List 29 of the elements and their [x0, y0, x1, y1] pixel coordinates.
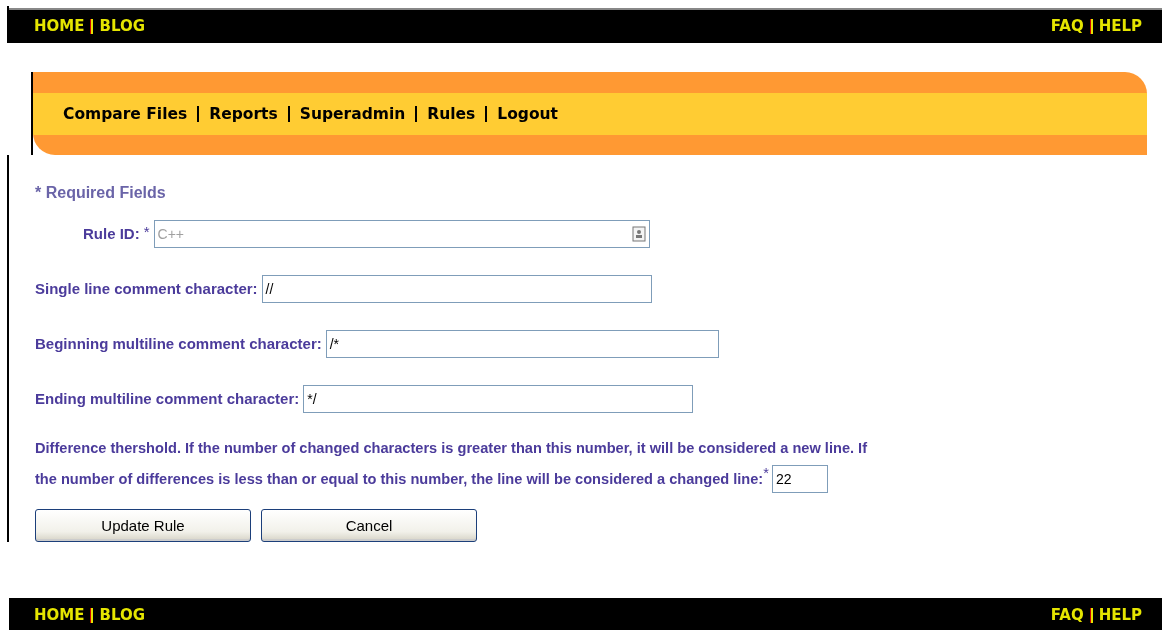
nav-link[interactable]: FAQ	[1050, 607, 1084, 624]
contact-card-icon	[631, 225, 646, 242]
text-field[interactable]: */	[303, 384, 694, 413]
menu-link[interactable]: Rules	[427, 105, 476, 123]
menu-link[interactable]: Compare Files	[63, 105, 188, 123]
nav-link[interactable]: FAQ	[1050, 18, 1084, 35]
field-label: Single line comment character:	[35, 280, 258, 297]
menu-link[interactable]: Superadmin	[299, 105, 406, 123]
field-label: Beginning multiline comment character:	[35, 335, 322, 352]
threshold-description: the number of differences is less than or equal to this number, the line will be considered a changed line:	[35, 470, 764, 487]
menu-link[interactable]: Reports	[209, 105, 278, 123]
menu-link[interactable]: Logout	[497, 105, 558, 123]
required-fields-note: * Required Fields	[35, 184, 166, 202]
nav-link[interactable]: BLOG	[99, 18, 145, 35]
text-field[interactable]: /*	[325, 329, 719, 358]
text-field[interactable]: //	[261, 274, 652, 303]
form-button[interactable]: Cancel	[261, 509, 477, 542]
number-field[interactable]: 22	[771, 464, 828, 493]
required-mark: *	[763, 465, 769, 481]
nav-link[interactable]: BLOG	[99, 607, 145, 624]
threshold-description: Difference thershold. If the number of changed characters is greater than this number, it will be considered a new line. If	[35, 439, 868, 456]
required-mark: *	[143, 223, 150, 240]
field-label: Rule ID:	[83, 225, 140, 242]
nav-link[interactable]: HELP	[1098, 607, 1142, 624]
nav-link[interactable]: HELP	[1098, 18, 1142, 35]
field-label: Ending multiline comment character:	[35, 390, 300, 407]
nav-link[interactable]: HOME	[34, 607, 85, 624]
nav-link[interactable]: HOME	[34, 18, 85, 35]
form-button[interactable]: Update Rule	[35, 509, 251, 542]
